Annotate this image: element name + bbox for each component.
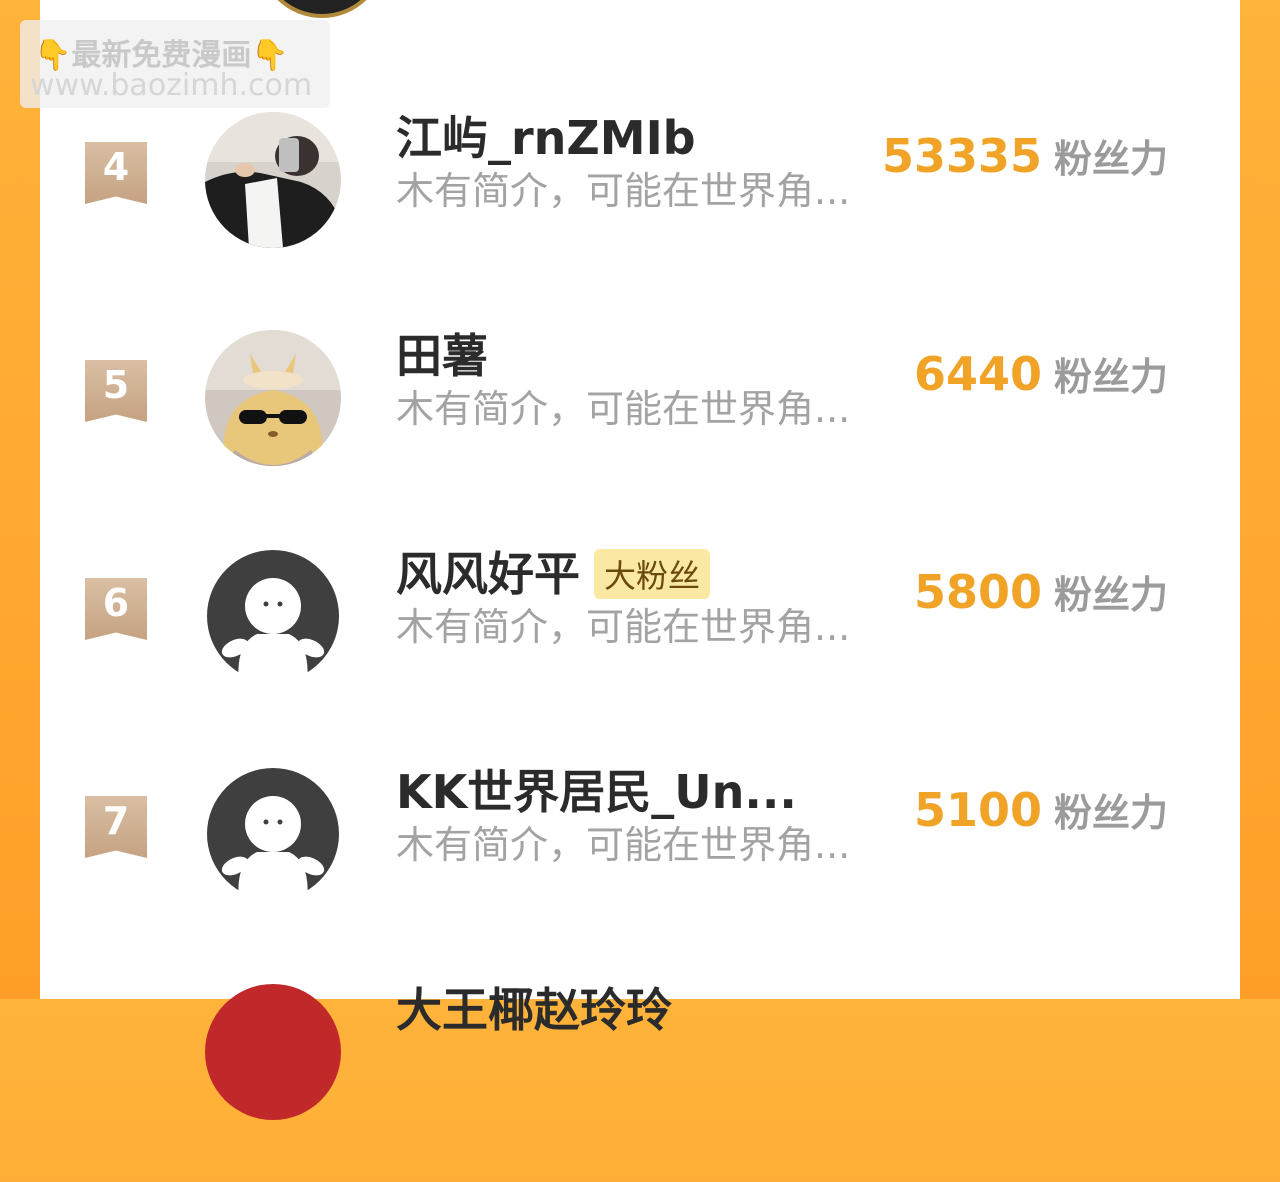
watermark-url: www.baozimh.com (30, 68, 313, 103)
fan-power: 53335 粉丝力 (882, 128, 1168, 183)
rank-badge: 5 (85, 360, 147, 422)
fan-power-unit: 粉丝力 (1053, 137, 1168, 181)
ranking-row[interactable]: 大王椰赵玲玲 (40, 983, 1240, 1182)
big-fan-badge: 大粉丝 (594, 548, 711, 599)
user-bio: 木有简介，可能在世界角... (396, 387, 851, 431)
user-bio: 木有简介，可能在世界角... (396, 605, 851, 649)
default-avatar-icon[interactable] (205, 766, 341, 902)
watermark: 👇最新免费漫画👇 www.baozimh.com (20, 20, 330, 108)
user-name[interactable]: 大王椰赵玲玲 (396, 974, 672, 1040)
avatar[interactable] (205, 330, 341, 466)
fan-power-value: 5100 (913, 783, 1042, 837)
user-name[interactable]: 风风好平 大粉丝 (396, 538, 711, 604)
rank-badge: 6 (85, 578, 147, 640)
avatar[interactable] (205, 112, 341, 248)
user-bio: 木有简介，可能在世界角... (396, 169, 851, 213)
user-name[interactable]: 江屿_rnZMIb (396, 102, 696, 168)
user-name[interactable]: 田薯 (396, 320, 488, 386)
user-name[interactable]: KK世界居民_Un... (396, 756, 797, 822)
fan-power: 5100 粉丝力 (914, 782, 1168, 837)
fan-power-value: 5800 (913, 565, 1042, 619)
fan-power-unit: 粉丝力 (1053, 355, 1168, 399)
fan-power-unit: 粉丝力 (1053, 791, 1168, 835)
fan-power-value: 6440 (913, 347, 1042, 401)
ranking-panel: 4 江屿_rnZMIb 木有简介，可能在世界角... 53335 粉丝力 5 田… (40, 0, 1240, 1120)
ranking-row[interactable]: 4 江屿_rnZMIb 木有简介，可能在世界角... 53335 粉丝力 (40, 111, 1240, 310)
fan-power-unit: 粉丝力 (1053, 573, 1168, 617)
rank-badge: 7 (85, 796, 147, 858)
rank-badge: 4 (85, 142, 147, 204)
fan-power: 5800 粉丝力 (914, 564, 1168, 619)
default-avatar-icon[interactable] (205, 548, 341, 684)
user-name-text: 风风好平 (396, 547, 580, 601)
user-bio: 木有简介，可能在世界角... (396, 823, 851, 867)
avatar-rank-3[interactable] (258, 0, 386, 18)
fan-power: 6440 粉丝力 (914, 346, 1168, 401)
ranking-row[interactable]: 7 KK世界居民_Un... 木有简介，可能在世界角... 5100 粉丝力 (40, 765, 1240, 964)
ranking-row[interactable]: 5 田薯 木有简介，可能在世界角... 6440 粉丝力 (40, 329, 1240, 528)
fan-power-value: 53335 (881, 129, 1042, 183)
ranking-row[interactable]: 6 风风好平 大粉丝 木有简介，可能在世界角... 5800 粉丝力 (40, 547, 1240, 746)
avatar[interactable] (205, 984, 341, 1120)
